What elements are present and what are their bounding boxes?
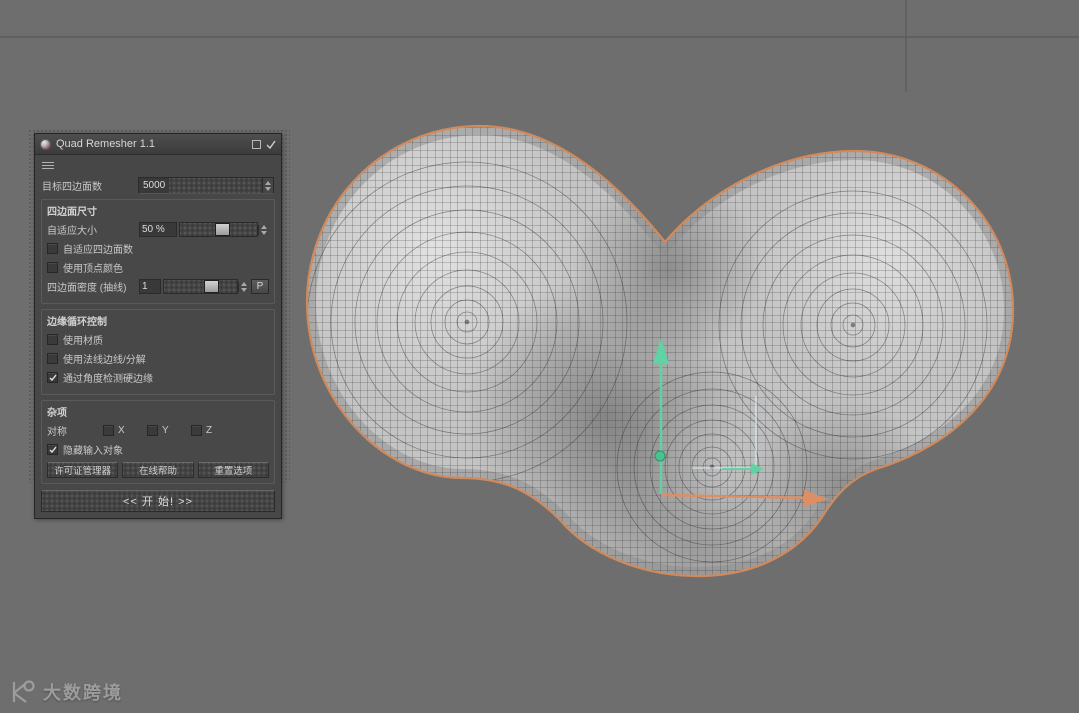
quad-density-label: 四边面密度 (抽线) [47, 283, 127, 294]
quad-density-value[interactable]: 1 [139, 279, 161, 294]
hide-input-object-checkbox[interactable] [47, 444, 58, 455]
watermark-text: 大数跨境 [43, 683, 123, 703]
use-vertex-colors-label: 使用顶点颜色 [63, 264, 123, 275]
use-normals-splitting-checkbox[interactable] [47, 353, 58, 364]
symmetry-y-label: Y [162, 425, 169, 436]
edge-loops-group-title: 边缘循环控制 [47, 317, 107, 328]
detect-hard-edges-label: 通过角度检测硬边缘 [63, 374, 153, 385]
watermark-logo-icon [12, 680, 35, 703]
use-materials-checkbox[interactable] [47, 334, 58, 345]
quad-size-group-title: 四边面尺寸 [47, 207, 97, 218]
adaptive-size-slider[interactable] [179, 222, 258, 237]
adaptive-quad-count-label: 自适应四边面数 [63, 245, 133, 256]
adaptive-size-value[interactable]: 50 % [139, 222, 177, 237]
misc-group-title: 杂项 [47, 408, 67, 419]
dialog-title: Quad Remesher 1.1 [56, 138, 156, 150]
gizmo-center-handle[interactable] [654, 450, 666, 462]
checkmark-icon [49, 374, 57, 381]
pin-check-icon[interactable] [266, 140, 276, 149]
target-quad-count-label: 目标四边面数 [42, 182, 102, 193]
use-normals-splitting-label: 使用法线边线/分解 [63, 355, 146, 366]
symmetry-z-checkbox[interactable] [191, 425, 202, 436]
target-quad-count-drag-area[interactable] [169, 178, 262, 193]
hide-input-object-label: 隐藏输入对象 [63, 446, 123, 457]
spinner-icon[interactable] [262, 178, 273, 193]
dialog-titlebar[interactable]: Quad Remesher 1.1 [35, 134, 281, 155]
spinner-icon[interactable] [258, 224, 269, 235]
target-quad-count-value: 5000 [143, 180, 166, 191]
quad-size-group: 四边面尺寸 自适应大小 50 % 自适应四边面数 使用顶点颜色 四边面密度 (抽… [41, 199, 275, 304]
online-help-button[interactable]: 在线帮助 [122, 462, 194, 478]
use-materials-label: 使用材质 [63, 336, 103, 347]
adaptive-size-label: 自适应大小 [47, 226, 97, 237]
symmetry-label: 对称 [47, 427, 67, 438]
detect-hard-edges-checkbox[interactable] [47, 372, 58, 383]
quad-density-slider[interactable] [163, 279, 238, 294]
undock-window-icon[interactable] [252, 139, 261, 149]
target-quad-count-field[interactable]: 5000 [138, 177, 274, 194]
spinner-icon[interactable] [238, 281, 249, 292]
adaptive-size-slider-handle[interactable] [215, 223, 231, 236]
symmetry-y-checkbox[interactable] [147, 425, 158, 436]
quad-remesher-dialog: Quad Remesher 1.1 目标四边面数 5000 四边面尺寸 自适应大… [34, 133, 282, 519]
symmetry-x-checkbox[interactable] [103, 425, 114, 436]
adaptive-quad-count-checkbox[interactable] [47, 243, 58, 254]
use-vertex-colors-checkbox[interactable] [47, 262, 58, 273]
quad-density-slider-handle[interactable] [204, 280, 220, 293]
misc-group: 杂项 对称 X Y Z 隐藏输入对象 许可证管理器 在线帮助 重置选项 [41, 400, 275, 484]
checkmark-icon [49, 446, 57, 453]
license-manager-button[interactable]: 许可证管理器 [47, 462, 119, 478]
symmetry-x-label: X [118, 425, 125, 436]
remesh-start-button[interactable]: << 开 始! >> [41, 490, 275, 512]
quad-remesher-logo-icon [40, 138, 51, 150]
paint-density-button[interactable]: P [251, 279, 269, 294]
menu-icon[interactable] [42, 161, 54, 169]
edge-loops-group: 边缘循环控制 使用材质 使用法线边线/分解 通过角度检测硬边缘 [41, 309, 275, 395]
dialog-stipple-shadow: Quad Remesher 1.1 目标四边面数 5000 四边面尺寸 自适应大… [28, 129, 290, 519]
symmetry-z-label: Z [206, 425, 213, 436]
reset-options-button[interactable]: 重置选项 [197, 462, 269, 478]
watermark: 大数跨境 [10, 679, 123, 705]
